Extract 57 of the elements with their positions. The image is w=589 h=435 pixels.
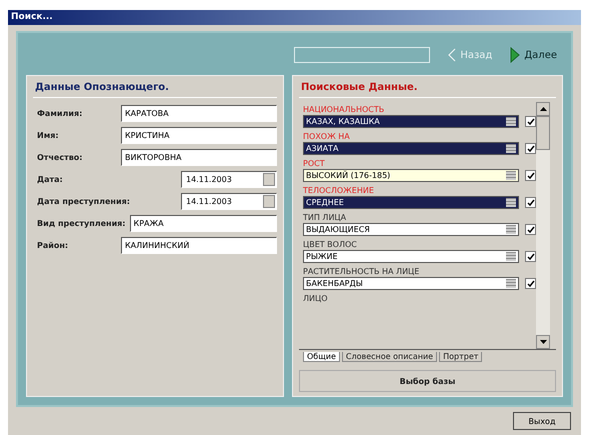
field-label: Дата преступления: <box>36 196 131 206</box>
checkbox[interactable] <box>525 197 536 208</box>
scrollbar[interactable] <box>536 102 550 349</box>
search-field[interactable] <box>294 47 430 63</box>
text-field[interactable]: КРАЖА <box>130 214 277 232</box>
select-database-button[interactable]: Выбор базы <box>299 370 556 392</box>
field-label: Отчество: <box>36 152 84 162</box>
scroll-up-icon <box>536 102 550 116</box>
combo-box[interactable]: АЗИАТА <box>303 142 519 155</box>
criterion-label: ЦВЕТ ВОЛОС <box>303 239 358 250</box>
spin-icon <box>506 225 516 234</box>
combo-box[interactable]: КАЗАХ, КАЗАШКА <box>303 115 519 128</box>
field-label: Вид преступления: <box>36 218 127 228</box>
field-label: Фамилия: <box>36 108 84 118</box>
text-field[interactable]: КРИСТИНА <box>121 126 277 144</box>
spin-icon <box>506 117 516 126</box>
text-field[interactable]: ВИКТОРОВНА <box>121 148 277 166</box>
criterion-label: ТИП ЛИЦА <box>303 212 348 223</box>
criterion-label: ЛИЦО <box>303 293 329 304</box>
checkbox[interactable] <box>525 278 536 289</box>
spin-icon <box>506 252 516 261</box>
checkbox[interactable] <box>525 116 536 127</box>
combo-box[interactable]: ВЫСОКИЙ (176-185) <box>303 169 519 182</box>
combo-box[interactable]: СРЕДНЕЕ <box>303 196 519 209</box>
date-picker[interactable]: 14.11.2003 <box>181 192 277 210</box>
checkbox[interactable] <box>525 170 536 181</box>
text-field[interactable]: КАРАТОВА <box>121 104 277 122</box>
field-label: Дата: <box>36 174 64 184</box>
spin-icon <box>506 198 516 207</box>
field-label: Район: <box>36 240 70 250</box>
criterion-label: НАЦИОНАЛЬНОСТЬ <box>303 104 386 115</box>
panel-title: Поисковые Данные. <box>299 80 556 98</box>
spin-icon <box>506 171 516 180</box>
tab[interactable]: Портрет <box>439 352 482 362</box>
next-button[interactable]: Далее <box>510 47 557 63</box>
date-picker[interactable]: 14.11.2003 <box>181 170 277 188</box>
field-label: Имя: <box>36 130 60 140</box>
scroll-down-icon <box>536 335 550 349</box>
exit-button[interactable]: Выход <box>513 412 571 430</box>
criterion-label: РАСТИТЕЛЬНОСТЬ НА ЛИЦЕ <box>303 266 420 277</box>
spin-icon <box>506 144 516 153</box>
panel-title: Данные Опознающего. <box>33 80 277 98</box>
window-title: Поиск... <box>8 10 581 25</box>
combo-box[interactable]: ВЫДАЮЩИЕСЯ <box>303 223 519 236</box>
tab[interactable]: Словесное описание <box>342 352 438 362</box>
spin-icon <box>506 279 516 288</box>
criterion-label: ТЕЛОСЛОЖЕНИЕ <box>303 185 375 196</box>
checkbox[interactable] <box>525 224 536 235</box>
scroll-thumb[interactable] <box>536 116 550 150</box>
play-arrow-icon <box>510 47 520 63</box>
checkbox[interactable] <box>525 143 536 154</box>
combo-box[interactable]: РЫЖИЕ <box>303 250 519 263</box>
criterion-label: ПОХОЖ НА <box>303 131 351 142</box>
combo-box[interactable]: БАКЕНБАРДЫ <box>303 277 519 290</box>
tab[interactable]: Общие <box>303 352 340 362</box>
checkbox[interactable] <box>525 251 536 262</box>
criterion-label: РОСТ <box>303 158 326 169</box>
